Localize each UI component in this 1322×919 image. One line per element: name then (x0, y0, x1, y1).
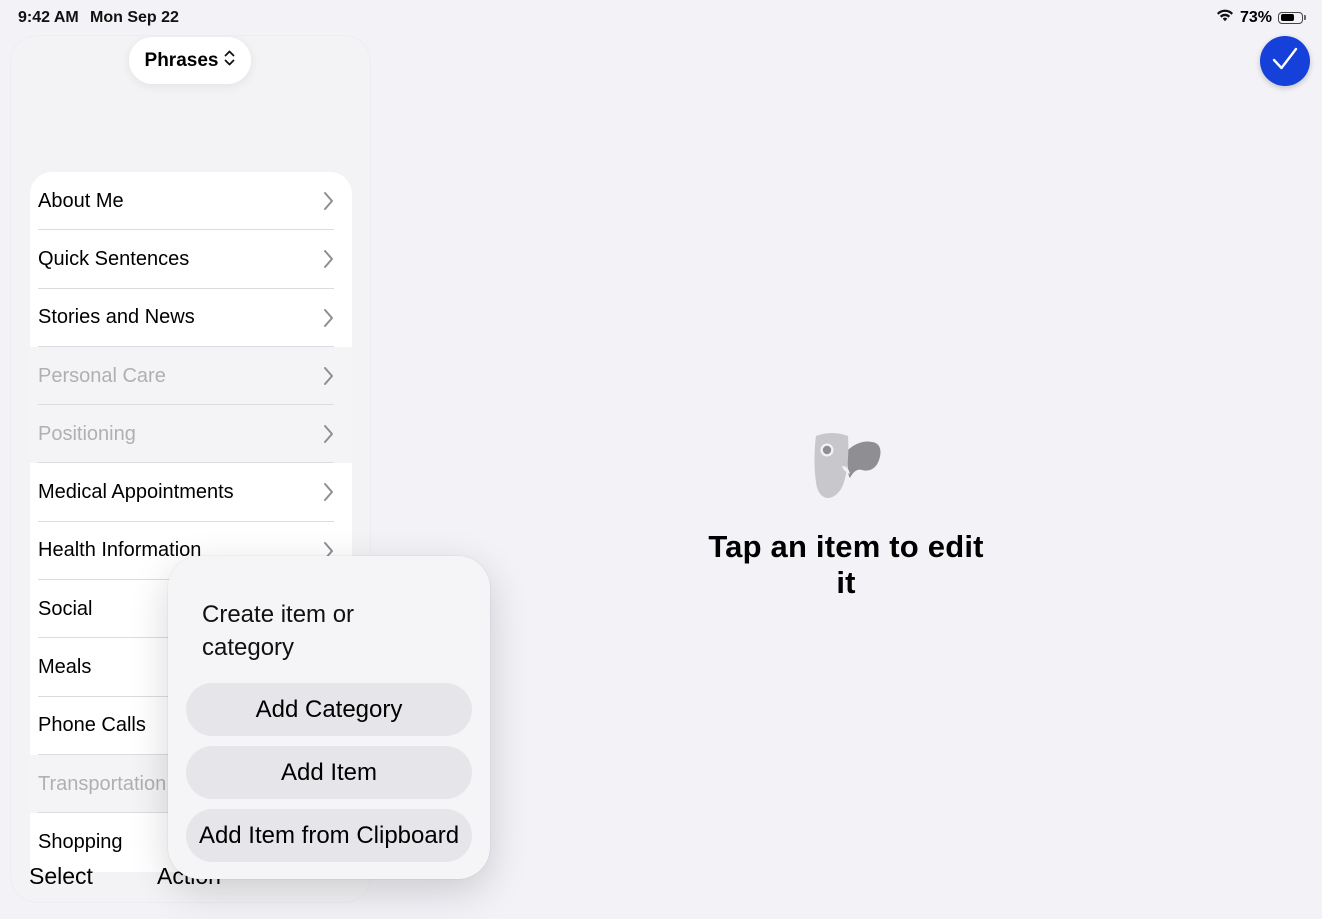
sidebar-item-label: Phone Calls (38, 714, 146, 737)
title-menu-button[interactable]: Phrases (129, 37, 251, 84)
sidebar-item-positioning[interactable]: Positioning (30, 405, 352, 464)
sidebar-item-stories-and-news[interactable]: Stories and News (30, 289, 352, 347)
sidebar-item-quick-sentences[interactable]: Quick Sentences (30, 230, 352, 289)
sidebar-item-personal-care[interactable]: Personal Care (30, 346, 352, 406)
sidebar-item-label: Positioning (38, 422, 136, 445)
status-bar: 9:42 AM Mon Sep 22 73% (0, 0, 1322, 36)
theater-masks-icon (700, 430, 992, 507)
checkmark-icon (1271, 46, 1299, 77)
sidebar-item-medical-appointments[interactable]: Medical Appointments (30, 463, 352, 522)
status-indicators: 73% (1216, 8, 1306, 27)
chevron-right-icon (323, 191, 334, 216)
add-category-button[interactable]: Add Category (186, 683, 472, 736)
sidebar-item-label: Medical Appointments (38, 481, 234, 504)
sidebar-item-label: Quick Sentences (38, 247, 190, 270)
chevron-up-down-icon (224, 49, 235, 73)
create-popover: Create item or category Add Category Add… (168, 556, 490, 879)
sidebar-item-label: Social (38, 597, 93, 620)
chevron-right-icon (323, 482, 334, 507)
detail-placeholder: Tap an item to edit it (700, 430, 992, 601)
done-button[interactable] (1260, 36, 1310, 86)
sidebar-item-label: Personal Care (38, 364, 166, 387)
wifi-icon (1216, 8, 1234, 27)
add-item-from-clipboard-button[interactable]: Add Item from Clipboard (186, 809, 472, 862)
popover-title: Create item or category (202, 601, 355, 661)
select-button[interactable]: Select (29, 863, 93, 890)
status-date: Mon Sep 22 (90, 9, 179, 26)
status-time: 9:42 AM (18, 9, 79, 26)
battery-icon (1278, 11, 1306, 24)
sidebar-item-label: Shopping (38, 830, 123, 853)
chevron-right-icon (323, 424, 334, 449)
sidebar-item-label: About Me (38, 189, 124, 212)
sidebar-item-label: Meals (38, 656, 92, 679)
chevron-right-icon (323, 308, 334, 333)
chevron-right-icon (323, 366, 334, 391)
sidebar-item-label: Transportation (38, 772, 167, 795)
page-title: Phrases (144, 49, 219, 71)
sidebar-item-label: Stories and News (38, 306, 195, 329)
chevron-right-icon (323, 249, 334, 274)
add-item-button[interactable]: Add Item (186, 746, 472, 799)
sidebar-item-label: Health Information (38, 539, 202, 562)
battery-percentage: 73% (1239, 8, 1272, 26)
placeholder-text: Tap an item to edit it (708, 529, 984, 600)
sidebar-item-about-me[interactable]: About Me (30, 172, 352, 231)
